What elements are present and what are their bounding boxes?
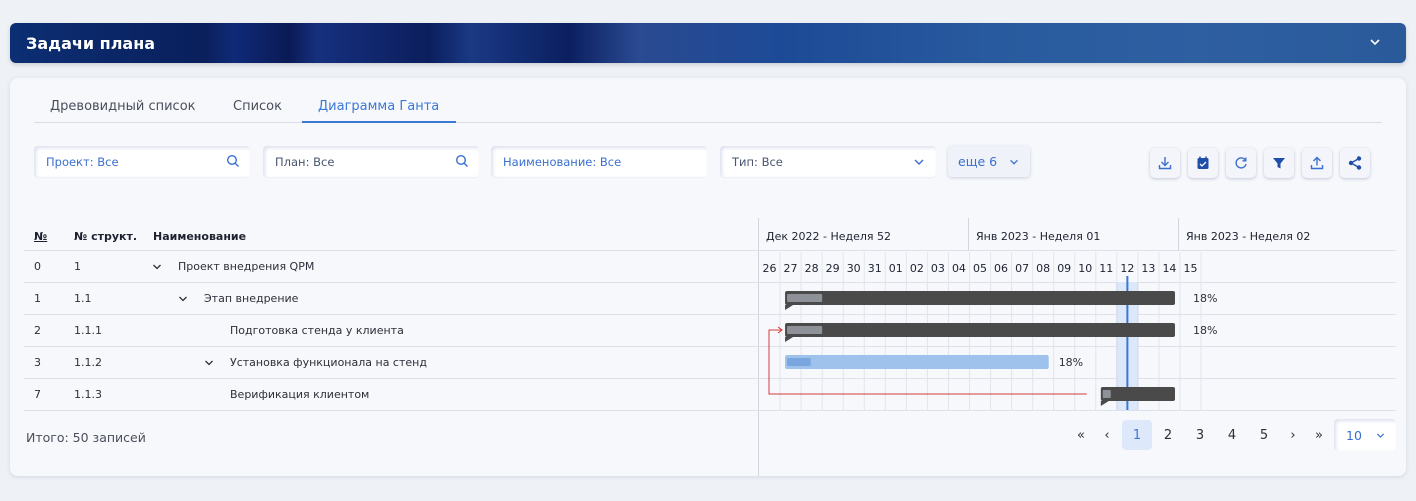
gantt-bar-handle [785, 305, 794, 310]
gantt-task-progress [1102, 390, 1111, 398]
gantt-chart: 18% 18% 18% [768, 252, 1217, 410]
gantt-task-percent: 18% [1193, 324, 1217, 337]
chevron-down-icon[interactable] [1368, 35, 1382, 49]
page-2[interactable]: 2 [1153, 420, 1183, 450]
gantt-task-progress [787, 326, 823, 334]
page-3[interactable]: 3 [1185, 420, 1215, 450]
gantt-bar-handle [785, 337, 794, 342]
gantt-task-percent: 18% [1059, 356, 1083, 369]
gantt-task-bar [785, 355, 1049, 369]
gantt-task-percent: 18% [1193, 292, 1217, 305]
gantt-bar-handle [1100, 401, 1109, 406]
gantt-task-progress [787, 294, 823, 302]
tasks-card: Древовидный список Список Диаграмма Гант… [10, 78, 1406, 476]
chevron-down-icon [1376, 433, 1385, 438]
gantt-task-progress [787, 358, 811, 366]
total-records: Итого: 50 записей [26, 430, 146, 445]
prev-page-button[interactable]: ‹ [1092, 420, 1122, 450]
gantt-task-bar [785, 323, 1175, 337]
page-size-value: 10 [1346, 428, 1362, 443]
panel-title: Задачи плана [26, 33, 156, 53]
last-page-button[interactable]: » [1304, 420, 1334, 450]
page-1[interactable]: 1 [1122, 420, 1152, 450]
gantt-task-bar [785, 291, 1175, 305]
page-5[interactable]: 5 [1249, 420, 1279, 450]
gantt-task-bar [1100, 387, 1175, 401]
page-size-select[interactable]: 10 [1334, 419, 1396, 451]
page-4[interactable]: 4 [1217, 420, 1247, 450]
panel-header[interactable]: Задачи плана [10, 23, 1406, 63]
